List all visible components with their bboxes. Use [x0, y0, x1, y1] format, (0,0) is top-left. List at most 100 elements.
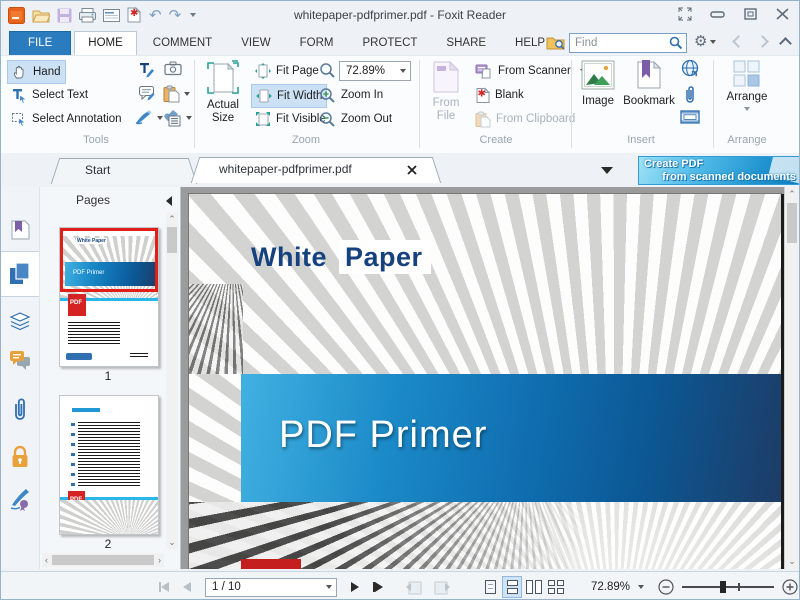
find-magnifier-icon[interactable]	[669, 36, 683, 50]
scroll-up-arrow-icon[interactable]: ⌃	[166, 215, 178, 224]
page-number-combobox[interactable]: 1 / 10	[205, 578, 337, 597]
thumb1-viewport-indicator[interactable]	[60, 228, 158, 292]
pages-scroll-thumb[interactable]	[167, 227, 177, 253]
tab-home[interactable]: HOME	[74, 31, 137, 56]
scroll-left-arrow-icon[interactable]: ‹	[45, 556, 48, 565]
from-clipboard-label: From Clipboard	[496, 113, 575, 125]
layers-panel-icon[interactable]	[9, 311, 31, 331]
tab-share[interactable]: SHARE	[433, 32, 499, 55]
pages-horizontal-scrollbar[interactable]: ‹ ›	[42, 553, 164, 567]
pen-sign-button[interactable]	[134, 110, 163, 125]
attach-file-icon[interactable]	[683, 85, 697, 104]
pages-panel: Pages ⌃ ⌄ ‹ › White Paper PDF Primer PDF	[40, 187, 181, 569]
search-folder-icon[interactable]	[546, 34, 566, 51]
zoom-out-button[interactable]: Zoom Out	[315, 108, 396, 130]
note-comment-icon[interactable]	[138, 85, 156, 102]
document-vertical-scrollbar[interactable]: ⌃ ⌄	[784, 187, 799, 569]
scroll-down-arrow-icon[interactable]: ⌄	[166, 538, 178, 547]
settings-menu-button[interactable]: ⚙	[694, 34, 716, 49]
single-page-view-button[interactable]	[480, 576, 500, 598]
scroll-right-arrow-icon[interactable]: ›	[158, 556, 161, 565]
bookmarks-panel-icon[interactable]	[9, 219, 30, 241]
insert-image-button[interactable]: Image	[577, 60, 619, 108]
create-pdf-banner[interactable]: Create PDF from scanned documents	[638, 156, 800, 185]
video-icon[interactable]	[680, 110, 700, 124]
tab-protect[interactable]: PROTECT	[349, 32, 430, 55]
tab-list-caret-icon[interactable]	[601, 167, 613, 174]
create-blank-button[interactable]: ✱ Blank	[471, 84, 528, 106]
pages-hscroll-thumb[interactable]	[52, 555, 154, 565]
facing-view-button[interactable]	[524, 576, 544, 598]
zoom-in-button[interactable]: Zoom In	[315, 84, 387, 106]
zoom-slider[interactable]	[682, 579, 774, 595]
typewriter-icon[interactable]	[138, 61, 156, 79]
security-panel-icon[interactable]	[10, 445, 30, 469]
bookmark-label: Bookmark	[623, 95, 675, 108]
float-windows-icon[interactable]	[678, 7, 692, 21]
thumb2-heading-line	[72, 408, 100, 412]
fit-page-label: Fit Page	[276, 65, 319, 77]
hand-tool-button[interactable]: Hand	[7, 60, 66, 84]
arrange-button[interactable]: Arrange	[719, 60, 775, 111]
arrange-icon	[733, 60, 761, 88]
tab-document-active[interactable]: whitepaper-pdfprimer.pdf	[193, 157, 439, 183]
stamp-button[interactable]	[162, 109, 192, 127]
continuous-facing-view-button[interactable]	[546, 576, 566, 598]
zoom-out-circle-button[interactable]	[658, 579, 674, 595]
doc-scroll-thumb[interactable]	[787, 203, 797, 243]
tab-comment[interactable]: COMMENT	[140, 32, 225, 55]
zoom-in-circle-button[interactable]	[782, 579, 798, 595]
weblink-icon[interactable]	[681, 59, 700, 78]
select-annotation-button[interactable]: Select Annotation	[7, 108, 126, 130]
zoom-out-icon	[319, 111, 336, 128]
pdf-page[interactable]: White Paper PDF Primer PDF	[189, 194, 781, 569]
zoom-level-combobox[interactable]: 72.89%	[339, 61, 411, 81]
next-view-button	[433, 579, 451, 595]
page-indicator-value: 1 / 10	[212, 581, 326, 593]
page-thumbnail-1[interactable]: White Paper PDF Primer PDF	[59, 227, 159, 367]
status-zoom-caret-icon[interactable]	[638, 585, 644, 589]
page-dark-fan-left	[189, 284, 243, 374]
continuous-view-button[interactable]	[502, 576, 522, 598]
snapshot-camera-icon[interactable]	[164, 61, 182, 76]
zoom-in-label: Zoom In	[341, 89, 383, 101]
arrange-group-label: Arrange	[701, 134, 793, 146]
minimize-icon[interactable]	[710, 8, 726, 20]
tab-form[interactable]: FORM	[287, 32, 347, 55]
pages-panel-icon-selected[interactable]	[1, 251, 39, 297]
paste-caret-icon	[184, 92, 190, 96]
actual-size-button[interactable]: Actual Size	[201, 60, 245, 125]
attachments-panel-icon[interactable]	[11, 397, 29, 421]
pages-vertical-scrollbar[interactable]: ⌃ ⌄	[166, 213, 178, 549]
previous-page-button[interactable]	[183, 582, 191, 592]
first-page-button[interactable]	[159, 582, 169, 592]
select-text-button[interactable]: Select Text	[7, 84, 92, 106]
ribbon-prev-chevron-icon[interactable]	[732, 35, 745, 48]
last-page-button[interactable]	[373, 582, 383, 592]
signature-panel-icon[interactable]	[9, 487, 31, 511]
doc-scroll-up-icon[interactable]: ⌃	[785, 190, 799, 199]
fit-page-button[interactable]: Fit Page	[251, 60, 323, 82]
ribbon-next-chevron-icon[interactable]	[756, 35, 769, 48]
paste-button[interactable]	[163, 85, 190, 103]
comments-panel-icon[interactable]	[9, 349, 31, 371]
doc-scroll-down-icon[interactable]: ⌄	[785, 557, 799, 566]
ribbon-home: Hand Select Text Select Annotation	[1, 55, 799, 155]
close-icon[interactable]	[776, 8, 789, 20]
collapse-ribbon-chevron-icon[interactable]	[779, 37, 792, 50]
tab-close-icon[interactable]	[407, 165, 417, 175]
maximize-icon[interactable]	[744, 8, 758, 20]
page-thumbnail-2[interactable]: PDF	[59, 395, 159, 535]
insert-bookmark-button[interactable]: Bookmark	[621, 60, 677, 108]
tab-view[interactable]: VIEW	[228, 32, 283, 55]
document-view[interactable]: White Paper PDF Primer PDF ⌃ ⌄	[181, 187, 799, 569]
collapse-panel-icon[interactable]	[166, 196, 172, 206]
foxit-reader-window: ✱ ↶ ↷ whitepaper-pdfprimer.pdf - Foxit R…	[0, 0, 800, 600]
gear-icon: ⚙	[694, 34, 707, 49]
next-page-button[interactable]	[351, 582, 359, 592]
create-from-scanner-button[interactable]: From Scanner	[471, 60, 590, 82]
tab-file[interactable]: FILE	[9, 31, 71, 56]
page-heading-paper: Paper	[339, 240, 431, 274]
zoom-slider-thumb[interactable]	[720, 581, 726, 593]
tab-start[interactable]: Start	[53, 158, 195, 184]
